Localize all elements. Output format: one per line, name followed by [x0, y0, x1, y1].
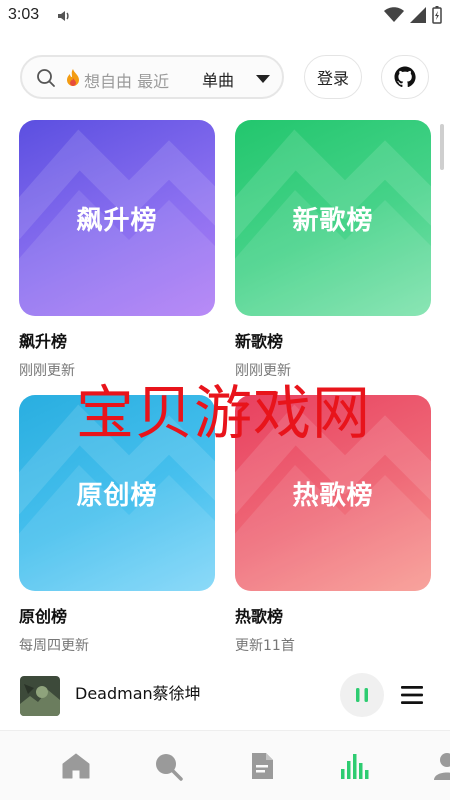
scrollbar[interactable] [440, 124, 444, 170]
pause-button[interactable] [340, 673, 384, 717]
github-icon [394, 66, 416, 88]
chart-cover[interactable]: 新歌榜 [235, 120, 431, 316]
chart-update-status: 更新11首 [235, 638, 295, 654]
wifi-icon [384, 7, 404, 22]
search-icon [37, 69, 55, 87]
status-bar: 3:03 [0, 0, 450, 32]
status-icons [384, 6, 442, 24]
chart-cover[interactable]: 飙升榜 [19, 120, 215, 316]
github-button[interactable] [381, 55, 429, 99]
now-playing-title[interactable]: Deadman蔡徐坤 [75, 680, 201, 704]
search-type-select[interactable]: 单曲 [202, 67, 234, 91]
cover-label: 热歌榜 [292, 480, 374, 511]
cover-label: 原创榜 [76, 480, 158, 511]
playlist-menu-icon[interactable] [400, 683, 424, 707]
chart-bars-icon[interactable] [339, 751, 369, 781]
search-bar[interactable]: 想自由 最近 单曲 [20, 55, 284, 99]
fire-icon [67, 69, 79, 86]
chart-title: 飙升榜 [19, 332, 68, 351]
document-icon[interactable] [247, 751, 277, 781]
home-icon[interactable] [61, 751, 91, 781]
bottom-nav [0, 730, 450, 800]
chart-card-new[interactable]: 新歌榜 新歌榜 刚刚更新 [235, 120, 431, 380]
chart-card-soaring[interactable]: 飙升榜 飙升榜 刚刚更新 [19, 120, 215, 380]
signal-icon [410, 7, 426, 23]
chart-title: 热歌榜 [235, 607, 284, 626]
volume-icon [58, 11, 69, 21]
chevron-down-icon[interactable] [254, 74, 272, 84]
cover-label: 新歌榜 [292, 205, 374, 236]
search-icon[interactable] [153, 751, 183, 781]
search-input[interactable]: 想自由 最近 [84, 68, 186, 92]
login-button[interactable]: 登录 [304, 55, 362, 99]
album-art-image [20, 676, 60, 716]
album-cover[interactable] [20, 676, 60, 716]
chart-title: 新歌榜 [235, 332, 284, 351]
watermark: 宝贝游戏网 [76, 379, 372, 447]
battery-icon [432, 6, 442, 24]
pause-icon [356, 688, 368, 702]
cover-label: 飙升榜 [76, 205, 158, 236]
chart-title: 原创榜 [19, 607, 68, 626]
mini-player[interactable]: Deadman蔡徐坤 [0, 660, 450, 730]
chart-update-status: 每周四更新 [19, 638, 89, 654]
user-icon[interactable] [432, 751, 450, 781]
status-time: 3:03 [8, 6, 40, 23]
